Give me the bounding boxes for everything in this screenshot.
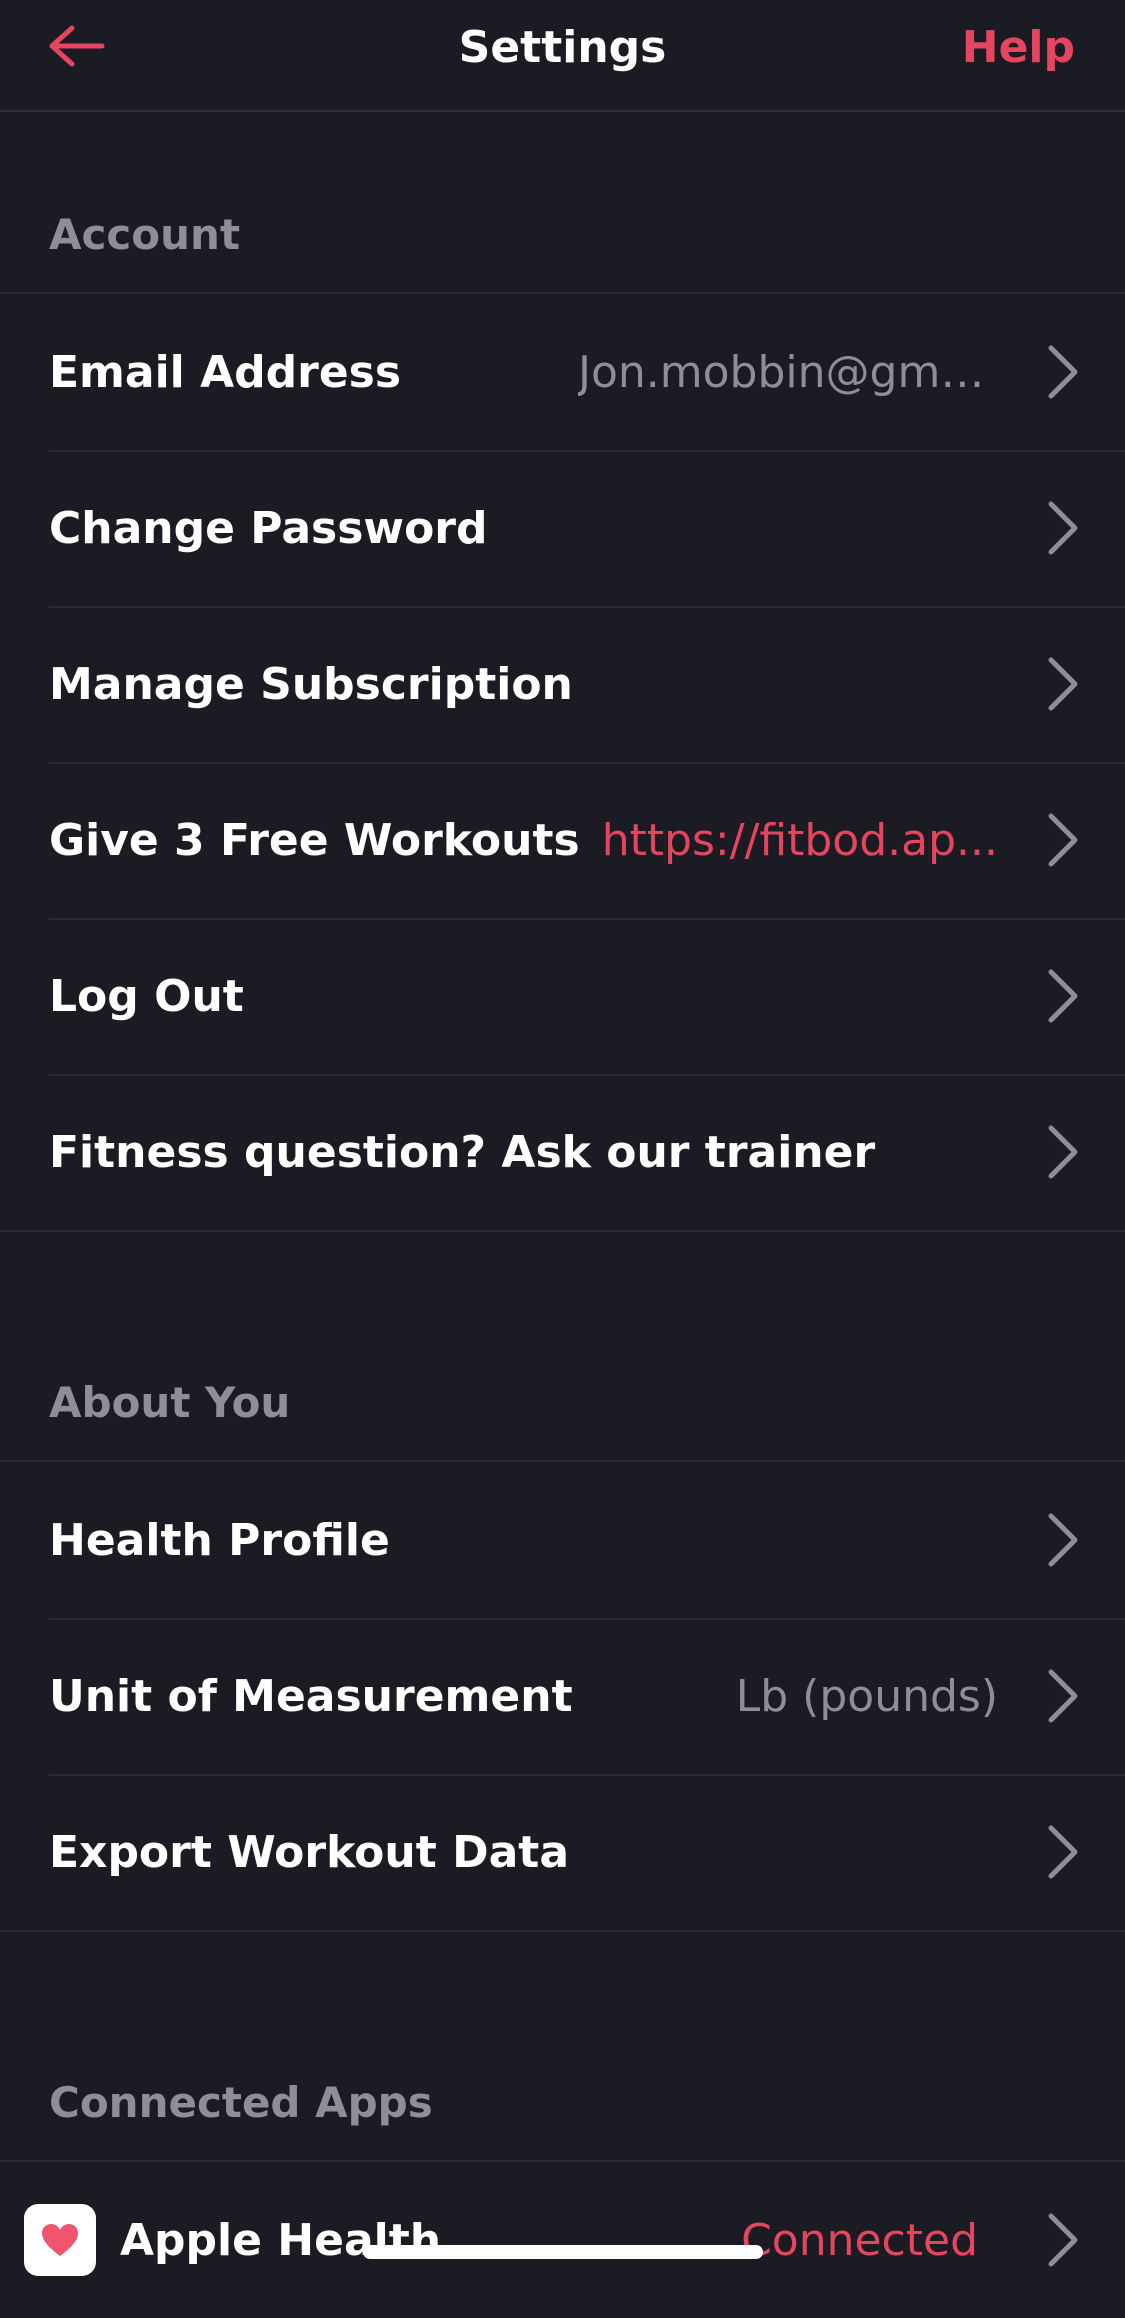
email-value: Jon.mobbin@gmail.com [578,346,998,398]
connected-apps-group: Apple Health Connected [0,2160,1125,2318]
chevron-right-icon [1041,500,1085,556]
chevron-right-icon [1041,968,1085,1024]
chevron-right-icon [1041,812,1085,868]
row-label: Give 3 Free Workouts [49,814,580,866]
row-label: Log Out [49,970,244,1022]
navigation-bar: Settings Help [0,0,1125,112]
referral-link-value: https://fitbod.ap... [601,814,998,866]
row-label: Manage Subscription [49,658,573,710]
row-manage-subscription[interactable]: Manage Subscription [0,606,1125,762]
unit-value: Lb (pounds) [735,1670,998,1722]
row-export-workout-data[interactable]: Export Workout Data [0,1774,1125,1930]
row-label: Fitness question? Ask our trainer [49,1126,876,1178]
section-header-account: Account [49,210,241,259]
chevron-right-icon [1041,2212,1085,2268]
row-label: Export Workout Data [49,1826,570,1878]
page-title: Settings [458,22,667,73]
row-label: Email Address [49,346,402,398]
chevron-right-icon [1041,1512,1085,1568]
section-header-connected-apps: Connected Apps [49,2078,433,2127]
row-ask-trainer[interactable]: Fitness question? Ask our trainer [0,1074,1125,1230]
account-group: Email Address Jon.mobbin@gmail.com Chang… [0,292,1125,1232]
connection-status: Connected [741,2214,978,2266]
row-label: Unit of Measurement [49,1670,573,1722]
apple-health-app-icon [24,2204,96,2276]
row-log-out[interactable]: Log Out [0,918,1125,1074]
row-apple-health[interactable]: Apple Health Connected [0,2162,1125,2318]
home-indicator [363,2245,763,2259]
row-change-password[interactable]: Change Password [0,450,1125,606]
chevron-right-icon [1041,1124,1085,1180]
row-label: Health Profile [49,1514,390,1566]
chevron-right-icon [1041,344,1085,400]
chevron-right-icon [1041,656,1085,712]
section-header-about-you: About You [49,1378,291,1427]
row-health-profile[interactable]: Health Profile [0,1462,1125,1618]
row-label: Change Password [49,502,488,554]
row-unit-of-measurement[interactable]: Unit of Measurement Lb (pounds) [0,1618,1125,1774]
row-give-free-workouts[interactable]: Give 3 Free Workouts https://fitbod.ap..… [0,762,1125,918]
chevron-right-icon [1041,1668,1085,1724]
heart-icon [42,2224,78,2256]
chevron-right-icon [1041,1824,1085,1880]
help-button[interactable]: Help [962,0,1075,96]
row-email-address[interactable]: Email Address Jon.mobbin@gmail.com [0,294,1125,450]
about-you-group: Health Profile Unit of Measurement Lb (p… [0,1460,1125,1932]
